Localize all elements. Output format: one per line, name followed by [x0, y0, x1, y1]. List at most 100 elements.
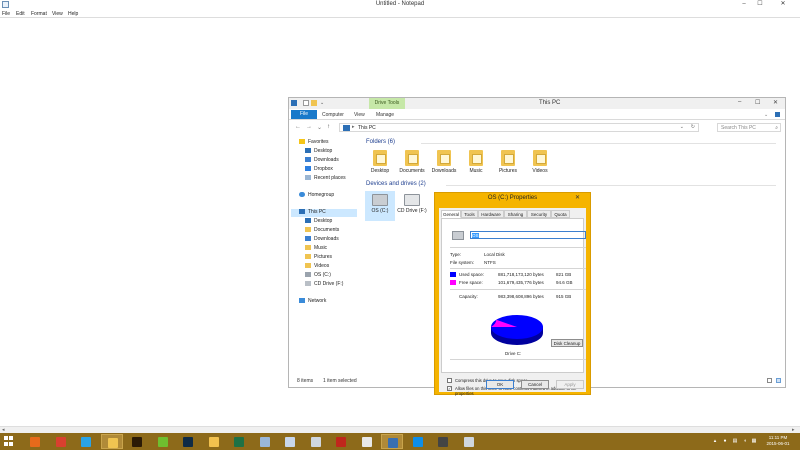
properties-quick-icon[interactable]: [303, 100, 309, 106]
start-button[interactable]: [4, 436, 14, 446]
drive-cd-f[interactable]: CD Drive (F:): [397, 191, 427, 221]
index-checkbox[interactable]: ✓: [447, 386, 452, 391]
nav-fav-downloads[interactable]: Downloads: [305, 157, 339, 165]
close-button[interactable]: ✕: [769, 0, 797, 9]
address-dropdown-icon[interactable]: ⌄: [680, 124, 684, 130]
large-icons-view-icon[interactable]: [776, 378, 781, 383]
volume-tray-icon[interactable]: ◖: [742, 438, 748, 444]
volume-label-input[interactable]: OS: [470, 231, 586, 239]
refresh-icon[interactable]: ↻: [691, 124, 695, 130]
taskbar-app-quick-app[interactable]: [254, 434, 276, 449]
folder-desktop[interactable]: Desktop: [365, 150, 395, 174]
explorer-minimize-button[interactable]: –: [738, 99, 741, 105]
quick-access-dropdown-icon[interactable]: ⌄: [320, 100, 326, 106]
tab-quota[interactable]: Quota: [551, 210, 570, 218]
nav-os-c[interactable]: OS (C:): [305, 272, 331, 280]
maximize-button[interactable]: ☐: [753, 0, 767, 9]
taskbar-app-teamviewer[interactable]: [407, 434, 429, 449]
nav-this-pc[interactable]: This PC: [291, 209, 357, 217]
nav-fav-desktop[interactable]: Desktop: [305, 148, 332, 156]
taskbar-app-mail[interactable]: [203, 434, 225, 449]
edge-green-icon: [157, 437, 168, 447]
tray-app-icon[interactable]: ●: [722, 438, 728, 444]
nav-homegroup[interactable]: Homegroup: [299, 192, 334, 200]
disk-cleanup-button[interactable]: Disk Cleanup: [551, 339, 583, 347]
cancel-button[interactable]: Cancel: [521, 380, 549, 389]
nav-network[interactable]: Network: [299, 298, 326, 306]
address-text[interactable]: This PC: [358, 125, 376, 131]
taskbar-app-filezilla[interactable]: [330, 434, 352, 449]
menu-view[interactable]: View: [52, 11, 63, 17]
taskbar-app-internet-explorer[interactable]: [75, 434, 97, 449]
explorer-maximize-button[interactable]: ☐: [755, 99, 760, 106]
tab-manage[interactable]: Manage: [376, 112, 394, 118]
horizontal-scrollbar[interactable]: ◂ ▸: [0, 426, 800, 433]
ribbon-expand-icon[interactable]: ⌄: [764, 112, 768, 118]
apply-button[interactable]: Apply: [556, 380, 584, 389]
nav-videos[interactable]: Videos: [305, 263, 329, 271]
folder-pictures[interactable]: Pictures: [493, 150, 523, 174]
nav-favorites[interactable]: Favorites: [299, 139, 329, 147]
details-view-icon[interactable]: [767, 378, 772, 383]
language-tray-icon[interactable]: ▦: [751, 438, 757, 444]
back-button[interactable]: ←: [295, 124, 301, 130]
nav-cd-drive[interactable]: CD Drive (F:): [305, 281, 343, 289]
drive-os-c[interactable]: OS (C:): [365, 191, 395, 221]
search-input[interactable]: Search This PC ⌕: [717, 123, 781, 132]
up-button[interactable]: ↑: [327, 124, 330, 130]
menu-help[interactable]: Help: [68, 11, 78, 17]
nav-recent-places[interactable]: Recent places: [305, 175, 346, 183]
tab-sharing[interactable]: Sharing: [504, 210, 527, 218]
search-icon[interactable]: ⌕: [775, 124, 778, 132]
tab-view[interactable]: View: [354, 112, 365, 118]
devices-section-header[interactable]: Devices and drives (2): [366, 181, 426, 187]
taskbar-app-illustrator[interactable]: [126, 434, 148, 449]
taskbar-app-edge-green[interactable]: [152, 434, 174, 449]
taskbar-app-chrome[interactable]: [50, 434, 72, 449]
taskbar-app-alien[interactable]: [458, 434, 480, 449]
menu-format[interactable]: Format: [31, 11, 47, 17]
tab-tools[interactable]: Tools: [461, 210, 478, 218]
taskbar-app-remote-desktop[interactable]: [381, 434, 403, 449]
minimize-button[interactable]: –: [737, 0, 751, 9]
taskbar-app-app2[interactable]: [356, 434, 378, 449]
folders-section-header[interactable]: Folders (6): [366, 139, 395, 145]
taskbar-app-document[interactable]: [279, 434, 301, 449]
network-tray-icon[interactable]: ▤: [732, 438, 738, 444]
nav-documents[interactable]: Documents: [305, 227, 339, 235]
address-bar[interactable]: ▸ This PC ⌄ ↻: [339, 123, 699, 132]
tab-security[interactable]: Security: [527, 210, 551, 218]
forward-button[interactable]: →: [306, 124, 312, 130]
capacity-gb: 915 GB: [556, 294, 572, 299]
menu-edit[interactable]: Edit: [16, 11, 25, 17]
help-icon[interactable]: [775, 112, 780, 117]
tab-general[interactable]: General: [441, 210, 461, 218]
ok-button[interactable]: OK: [486, 380, 514, 389]
recent-locations-button[interactable]: ⌄: [317, 124, 322, 131]
clock[interactable]: 11:11 PM 2015-06-01: [760, 435, 796, 447]
nav-pictures[interactable]: Pictures: [305, 254, 332, 262]
nav-pc-desktop[interactable]: Desktop: [305, 218, 332, 226]
properties-close-button[interactable]: ✕: [575, 194, 580, 201]
taskbar-app-app[interactable]: [305, 434, 327, 449]
nav-music[interactable]: Music: [305, 245, 327, 253]
tab-file[interactable]: File: [291, 110, 317, 119]
taskbar-app-firefox[interactable]: [24, 434, 46, 449]
nav-pc-downloads[interactable]: Downloads: [305, 236, 339, 244]
taskbar-app-excel[interactable]: [228, 434, 250, 449]
taskbar-app-app3[interactable]: [432, 434, 454, 449]
menu-file[interactable]: File: [2, 11, 10, 17]
folder-downloads[interactable]: Downloads: [429, 150, 459, 174]
tab-hardware[interactable]: Hardware: [478, 210, 504, 218]
explorer-close-button[interactable]: ✕: [773, 99, 778, 106]
nav-dropbox[interactable]: Dropbox: [305, 166, 333, 174]
folder-documents[interactable]: Documents: [397, 150, 427, 174]
compress-checkbox[interactable]: [447, 378, 452, 383]
new-folder-quick-icon[interactable]: [311, 100, 317, 106]
tray-arrow-icon[interactable]: ▴: [712, 438, 718, 444]
folder-music[interactable]: Music: [461, 150, 491, 174]
taskbar-app-file-explorer[interactable]: [100, 434, 123, 449]
folder-videos[interactable]: Videos: [525, 150, 555, 174]
tab-computer[interactable]: Computer: [322, 112, 344, 118]
taskbar-app-photoshop[interactable]: [177, 434, 199, 449]
